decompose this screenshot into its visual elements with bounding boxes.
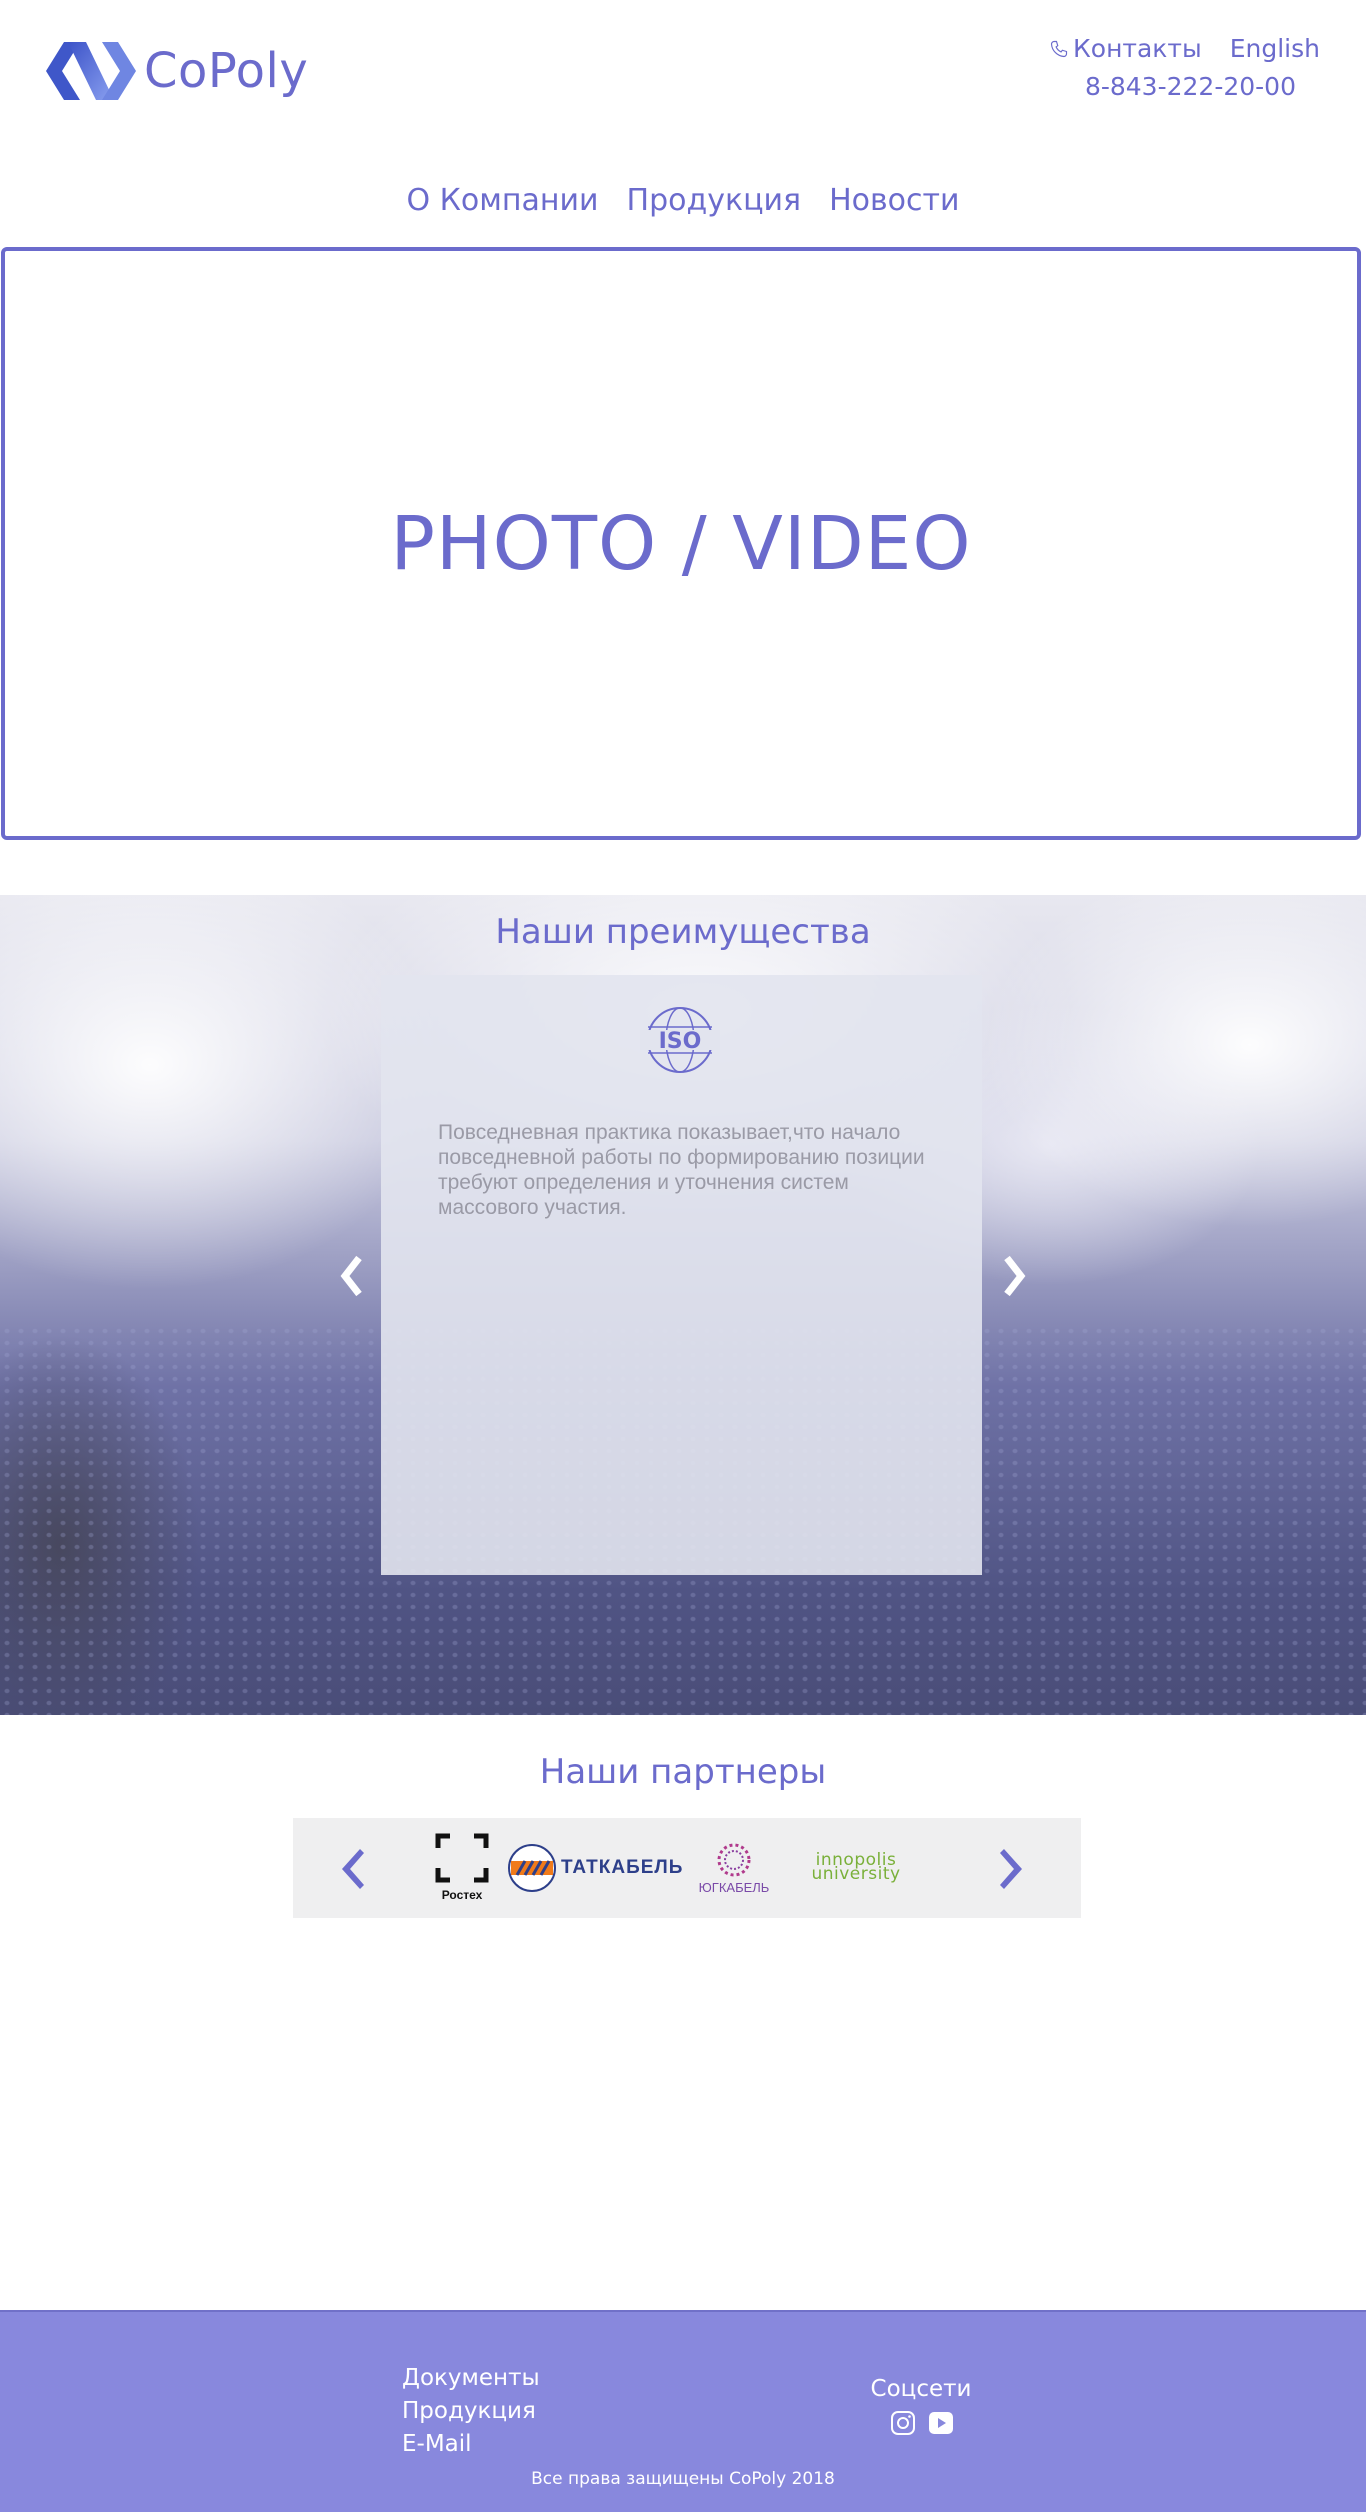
tatkabel-icon [508, 1844, 556, 1892]
advantages-prev-button[interactable] [335, 1252, 369, 1300]
tatkabel-label: ТАТКАБЕЛЬ [561, 1857, 684, 1878]
brand-name: CoPoly [144, 43, 309, 99]
partners-carousel [293, 1818, 1081, 1918]
contacts-label: Контакты [1073, 34, 1202, 63]
main-nav: О Компании Продукция Новости [0, 183, 1366, 218]
social-title: Соцсети [870, 2376, 972, 2402]
partner-logo-innopolis[interactable]: innopolis university [786, 1852, 926, 1883]
advantage-text: Повседневная практика показывает,что нач… [438, 1121, 925, 1219]
yugkabel-label: ЮГКАБЕЛЬ [698, 1880, 770, 1895]
partners-prev-button[interactable] [336, 1847, 366, 1891]
partners-next-button[interactable] [998, 1847, 1028, 1891]
youtube-icon[interactable] [928, 2410, 954, 2436]
footer-link-email[interactable]: E-Mail [402, 2428, 540, 2461]
partners-title: Наши партнеры [539, 1752, 827, 1792]
iso-icon: ISO [640, 1007, 720, 1073]
phone-number[interactable]: 8-843-222-20-00 [1085, 72, 1296, 101]
partner-logo-tatkabel[interactable]: ТАТКАБЕЛЬ [507, 1843, 683, 1893]
yugkabel-icon [717, 1843, 751, 1877]
instagram-icon[interactable] [890, 2410, 916, 2436]
nav-item-about[interactable]: О Компании [406, 183, 598, 218]
phone-icon [1050, 40, 1068, 57]
copyright: Все права защищены CoPoly 2018 [531, 2469, 835, 2489]
partner-logo-yugkabel[interactable]: ЮГКАБЕЛЬ [696, 1842, 772, 1895]
language-switch[interactable]: English [1230, 34, 1320, 63]
hero-title: PHOTO / VIDEO [390, 500, 972, 587]
contacts-link[interactable]: Контакты [1049, 34, 1202, 63]
footer-link-products[interactable]: Продукция [402, 2395, 540, 2428]
rostec-icon [435, 1833, 489, 1883]
footer-links: Документы Продукция E-Mail [402, 2362, 540, 2461]
top-links: Контакты English [1049, 34, 1320, 63]
hero-media-placeholder: PHOTO / VIDEO [1, 247, 1361, 840]
footer-link-documents[interactable]: Документы [402, 2362, 540, 2395]
iso-badge-text: ISO [659, 1029, 702, 1054]
partner-logo-rostec[interactable]: Ростех [434, 1832, 490, 1904]
nav-item-products[interactable]: Продукция [627, 183, 802, 218]
advantages-title: Наши преимущества [495, 912, 871, 952]
nav-item-news[interactable]: Новости [829, 183, 959, 218]
advantages-next-button[interactable] [997, 1252, 1031, 1300]
brand-logo[interactable]: CoPoly [46, 38, 308, 104]
social-icons [890, 2410, 954, 2436]
copoly-logo-icon [46, 42, 136, 100]
rostec-label: Ростех [441, 1888, 483, 1902]
